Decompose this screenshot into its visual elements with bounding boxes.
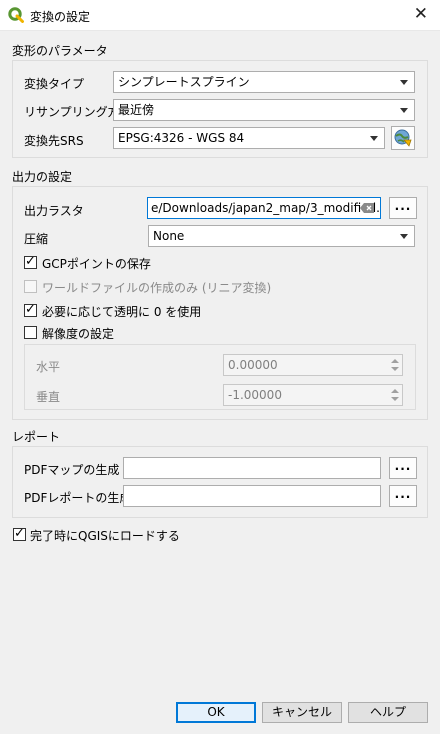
chevron-down-icon	[400, 108, 408, 113]
chevron-down-icon	[400, 80, 408, 85]
compression-value: None	[153, 229, 185, 243]
ok-button[interactable]: OK	[176, 702, 256, 723]
load-in-qgis-label: 完了時にQGISにロードする	[30, 529, 180, 543]
vertical-resolution-value: -1.00000	[228, 388, 282, 402]
spin-up-icon[interactable]	[391, 389, 399, 393]
chevron-down-icon	[400, 234, 408, 239]
output-raster-label: 出力ラスタ	[24, 204, 84, 218]
use-zero-transparency-checkbox[interactable]: ✓	[24, 302, 37, 317]
worldfile-only-checkbox[interactable]	[24, 280, 37, 293]
title-bar: 変換の設定 ✕	[0, 0, 440, 31]
checkmark-icon: ✓	[25, 302, 36, 317]
output-raster-input[interactable]: e/Downloads/japan2_map/3_modified.tif	[147, 197, 381, 219]
output-settings-title: 出力の設定	[12, 170, 73, 184]
browse-pdf-map-button[interactable]: ...	[389, 457, 417, 479]
horizontal-resolution-value: 0.00000	[228, 358, 278, 372]
browse-pdf-report-button[interactable]: ...	[389, 485, 417, 507]
resampling-value: 最近傍	[118, 103, 155, 117]
clear-field-icon[interactable]	[360, 203, 374, 213]
use-zero-transparency-label: 必要に応じて透明に 0 を使用	[42, 305, 202, 319]
output-raster-value: e/Downloads/japan2_map/3_modified.tif	[151, 201, 381, 215]
window-title: 変換の設定	[30, 10, 91, 24]
checkmark-icon: ✓	[25, 254, 36, 269]
vertical-resolution-spinbox[interactable]: -1.00000	[223, 384, 403, 406]
report-title: レポート	[12, 430, 61, 444]
close-icon[interactable]: ✕	[414, 4, 428, 24]
spin-down-icon[interactable]	[391, 367, 399, 371]
browse-output-raster-button[interactable]: ...	[389, 197, 417, 219]
compression-combo[interactable]: None	[148, 225, 415, 247]
worldfile-only-label: ワールドファイルの作成のみ (リニア変換)	[42, 281, 272, 295]
crs-select-button[interactable]	[391, 126, 415, 150]
horizontal-resolution-spinbox[interactable]: 0.00000	[223, 354, 403, 376]
spin-down-icon[interactable]	[391, 397, 399, 401]
chevron-down-icon	[370, 136, 378, 141]
pdf-report-label: PDFレポートの生成	[24, 491, 132, 505]
compression-label: 圧縮	[24, 232, 49, 246]
target-srs-label: 変換先SRS	[24, 134, 84, 148]
transform-type-value: シンプレートスプライン	[118, 75, 250, 89]
save-gcp-checkbox[interactable]: ✓	[24, 254, 37, 269]
load-in-qgis-checkbox[interactable]: ✓	[13, 526, 26, 541]
target-srs-value: EPSG:4326 - WGS 84	[118, 131, 245, 145]
set-resolution-label: 解像度の設定	[42, 327, 115, 341]
set-resolution-checkbox[interactable]	[24, 326, 37, 339]
checkmark-icon: ✓	[14, 526, 25, 541]
vertical-resolution-label: 垂直	[36, 390, 61, 404]
spin-up-icon[interactable]	[391, 359, 399, 363]
transform-params-title: 変形のパラメータ	[12, 44, 108, 58]
globe-crs-icon	[394, 129, 412, 147]
target-srs-combo[interactable]: EPSG:4326 - WGS 84	[113, 127, 385, 149]
pdf-map-label: PDFマップの生成	[24, 463, 120, 477]
transform-type-label: 変換タイプ	[24, 77, 85, 91]
pdf-report-input[interactable]	[123, 485, 381, 507]
pdf-map-input[interactable]	[123, 457, 381, 479]
help-button[interactable]: ヘルプ	[348, 702, 428, 723]
transform-type-combo[interactable]: シンプレートスプライン	[113, 71, 415, 93]
save-gcp-label: GCPポイントの保存	[42, 257, 151, 271]
qgis-logo-icon	[8, 7, 24, 23]
cancel-button[interactable]: キャンセル	[262, 702, 342, 723]
horizontal-resolution-label: 水平	[36, 360, 61, 374]
resampling-combo[interactable]: 最近傍	[113, 99, 415, 121]
